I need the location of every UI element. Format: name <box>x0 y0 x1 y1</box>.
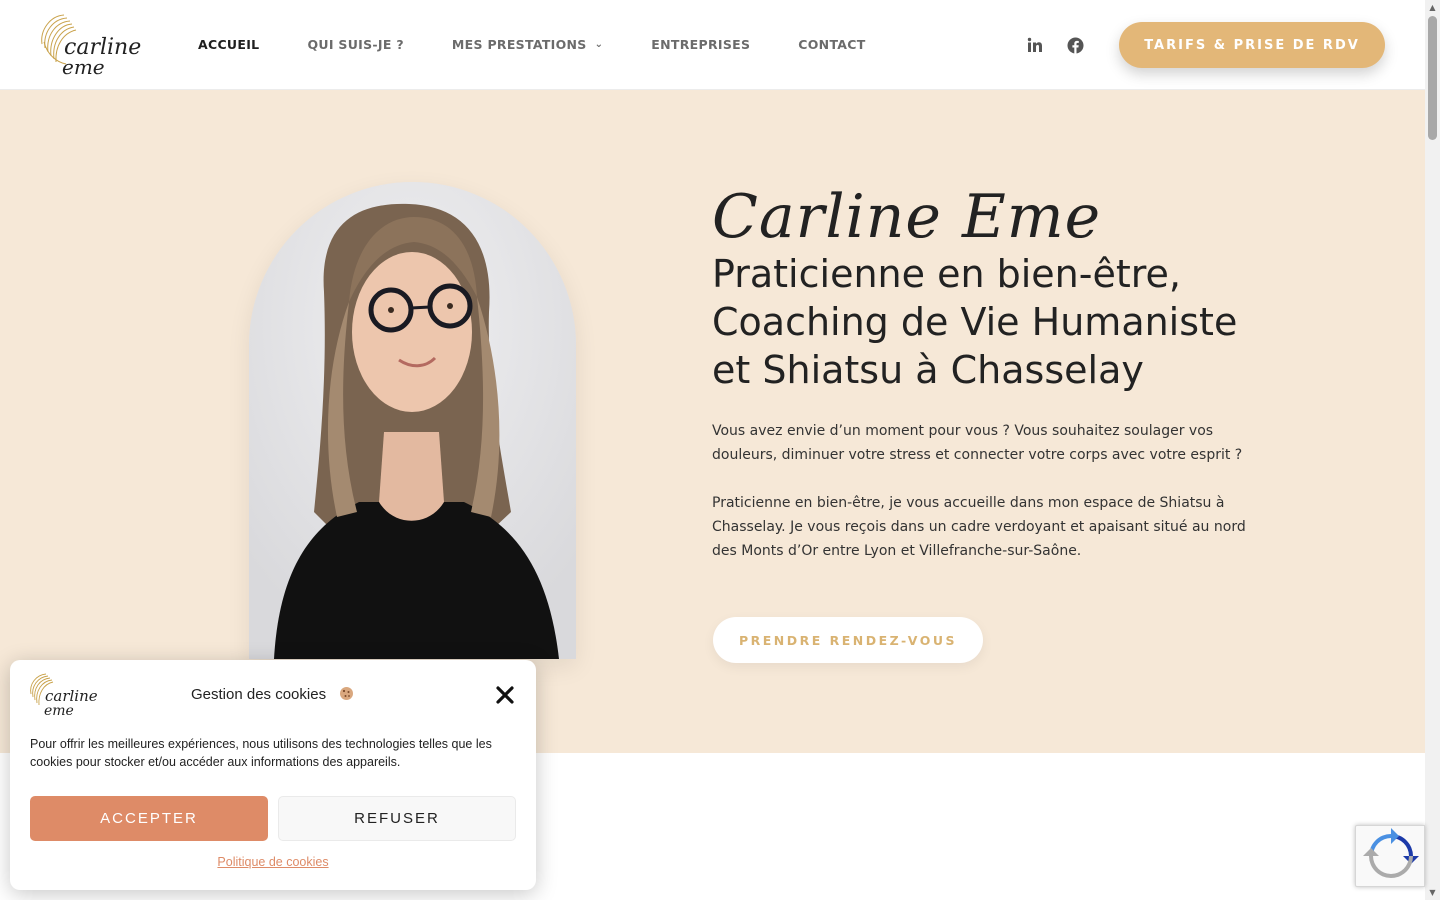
main-nav: ACCUEIL QUI SUIS-JE ? MES PRESTATIONS ⌄ E… <box>198 37 914 52</box>
svg-text:eme: eme <box>44 703 74 718</box>
cookie-title: Gestion des cookies <box>191 686 327 703</box>
chevron-down-icon: ⌄ <box>594 39 604 50</box>
prendre-rdv-button[interactable]: PRENDRE RENDEZ-VOUS <box>713 617 983 663</box>
recaptcha-icon <box>1363 828 1419 878</box>
scroll-down-arrow-icon[interactable]: ▼ <box>1425 885 1440 900</box>
nav-label: ENTREPRISES <box>651 37 751 52</box>
carline-eme-logo[interactable]: carline eme <box>38 12 142 78</box>
hero-paragraph-1: Vous avez envie d’un moment pour vous ? … <box>712 423 1243 463</box>
svg-text:eme: eme <box>62 55 105 78</box>
facebook-icon[interactable] <box>1064 34 1086 56</box>
nav-label: ACCUEIL <box>198 37 260 52</box>
cookie-banner: carline eme Gestion des cookies Pour off… <box>10 660 536 890</box>
hero-title: Praticienne en bien-être, Coaching de Vi… <box>712 252 1238 392</box>
cookie-policy-link[interactable]: Politique de cookies <box>10 855 536 869</box>
nav-entreprises[interactable]: ENTREPRISES <box>651 37 750 52</box>
nav-contact[interactable]: CONTACT <box>798 37 865 52</box>
hero-section: Carline Eme Praticienne en bien-être, Co… <box>0 90 1425 753</box>
accept-cookies-button[interactable]: ACCEPTER <box>30 796 268 841</box>
page-scrollbar[interactable]: ▲ ▼ <box>1425 0 1440 900</box>
nav-label: CONTACT <box>798 37 866 52</box>
tarifs-rdv-button[interactable]: TARIFS & PRISE DE RDV <box>1119 22 1385 68</box>
cookie-icon <box>340 687 353 700</box>
cookie-description: Pour offrir les meilleures expériences, … <box>30 737 492 769</box>
hero-script-name: Carline Eme <box>712 182 1102 252</box>
carline-eme-logo: carline eme <box>30 673 98 718</box>
scroll-up-arrow-icon[interactable]: ▲ <box>1425 0 1440 15</box>
nav-label: MES PRESTATIONS <box>451 37 587 52</box>
scroll-thumb[interactable] <box>1428 16 1437 140</box>
hero-paragraph-2: Praticienne en bien-être, je vous accuei… <box>712 495 1246 559</box>
nav-mes-prestations[interactable]: MES PRESTATIONS ⌄ <box>452 37 603 52</box>
recaptcha-badge[interactable] <box>1355 825 1425 887</box>
nav-qui-suis-je[interactable]: QUI SUIS-JE ? <box>307 37 403 52</box>
linkedin-icon[interactable] <box>1024 34 1046 56</box>
nav-label: QUI SUIS-JE ? <box>307 37 404 52</box>
nav-accueil[interactable]: ACCUEIL <box>198 37 259 52</box>
close-icon[interactable] <box>494 684 516 706</box>
portrait-photo <box>249 182 576 659</box>
site-header: carline eme ACCUEIL QUI SUIS-JE ? MES PR… <box>0 0 1425 90</box>
refuse-cookies-button[interactable]: REFUSER <box>278 796 516 841</box>
